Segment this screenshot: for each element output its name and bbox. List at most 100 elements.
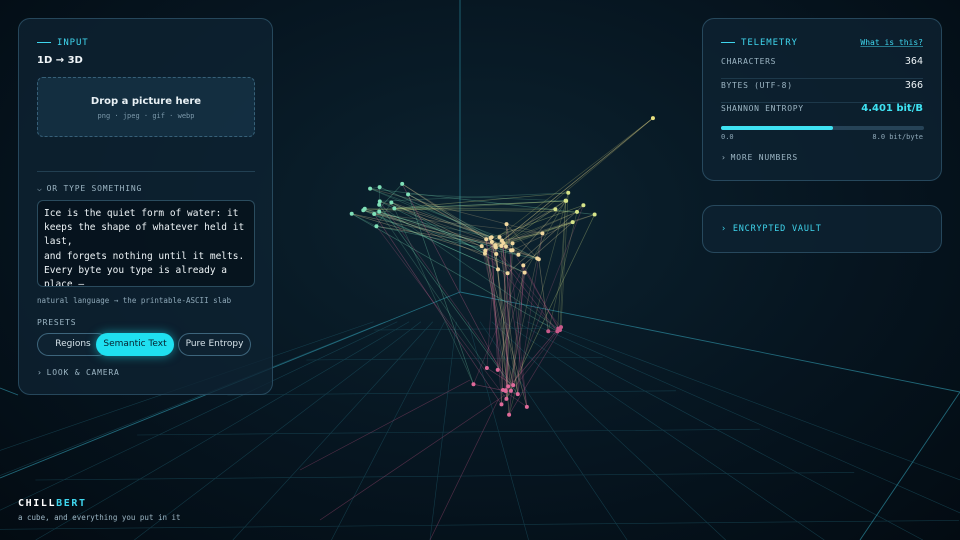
cloud-point	[489, 235, 494, 240]
cloud-point	[500, 388, 505, 393]
presets-label: PRESETS	[37, 318, 77, 327]
encrypted-vault-panel[interactable]: › ENCRYPTED VAULT	[702, 205, 942, 253]
section-dash-icon	[721, 42, 735, 43]
input-panel: INPUT 1D → 3D Drop a picture here png · …	[18, 18, 273, 395]
cloud-point	[349, 211, 354, 216]
telemetry-row-characters: CHARACTERS 364	[721, 56, 923, 79]
cloud-link	[379, 200, 525, 273]
cloud-point	[505, 271, 510, 276]
what-is-this-link[interactable]: What is this?	[860, 38, 923, 47]
cloud-point	[515, 392, 520, 397]
telemetry-key: SHANNON ENTROPY	[721, 104, 804, 113]
preset-semantic-text-button[interactable]: Semantic Text	[96, 333, 174, 356]
cloud-point	[499, 243, 504, 248]
telemetry-section-label-text: TELEMETRY	[741, 38, 798, 48]
cloud-point	[555, 329, 560, 334]
telemetry-row-bytes: BYTES (UTF-8) 366	[721, 80, 923, 103]
cloud-point	[400, 181, 405, 186]
cloud-point	[509, 248, 514, 253]
cloud-point	[521, 263, 526, 268]
cloud-point	[392, 206, 397, 211]
cloud-point	[494, 251, 499, 256]
chevron-right-icon: ›	[37, 368, 43, 377]
cloud-link	[473, 383, 506, 392]
cloud-point	[377, 202, 382, 207]
cloud-point	[650, 116, 655, 121]
cloud-point	[484, 237, 489, 242]
cloud-link	[363, 209, 492, 238]
encrypted-vault-toggle[interactable]: › ENCRYPTED VAULT	[721, 224, 822, 234]
cloud-link	[429, 399, 499, 540]
cloud-point	[504, 396, 509, 401]
cloud-point	[471, 382, 476, 387]
cloud-point	[507, 412, 512, 417]
divider	[37, 171, 255, 172]
cloud-point	[510, 241, 515, 246]
cloud-point	[362, 206, 367, 211]
cloud-link	[401, 183, 512, 391]
entropy-bar	[721, 126, 924, 130]
cloud-point	[406, 192, 411, 197]
chevron-right-icon: ›	[721, 153, 727, 162]
chevron-right-icon: ›	[721, 224, 727, 234]
cloud-point	[368, 186, 373, 191]
cloud-point	[553, 207, 558, 212]
text-input-hint: natural language → the printable-ASCII s…	[37, 296, 232, 305]
cloud-point	[504, 222, 509, 227]
type-something-label: OR TYPE SOMETHING	[46, 184, 143, 193]
cloud-point	[563, 198, 568, 203]
telemetry-section-label: TELEMETRY	[721, 38, 798, 48]
look-camera-label: LOOK & CAMERA	[46, 368, 120, 377]
cloud-link	[319, 394, 506, 521]
cloud-point	[581, 203, 586, 208]
cloud-link	[484, 253, 509, 387]
image-dropzone[interactable]: Drop a picture here png · jpeg · gif · w…	[37, 77, 255, 137]
input-mode-title: 1D → 3D	[37, 55, 83, 66]
dropzone-formats: png · jpeg · gif · webp	[97, 112, 195, 120]
cloud-point	[482, 251, 487, 256]
cloud-point	[499, 238, 504, 243]
brand-name-a: CHILL	[18, 498, 57, 509]
cloud-point	[566, 190, 571, 195]
cloud-point	[372, 211, 377, 216]
more-numbers-label: MORE NUMBERS	[730, 153, 799, 162]
cloud-point	[489, 239, 494, 244]
cloud-point	[592, 212, 597, 217]
look-camera-toggle[interactable]: › LOOK & CAMERA	[37, 368, 120, 377]
cloud-link	[547, 211, 578, 332]
text-input[interactable]: Ice is the quiet form of water: it keeps…	[37, 200, 255, 287]
cloud-point	[497, 235, 502, 240]
grid-line	[35, 472, 855, 481]
cloud-point	[484, 365, 489, 370]
cloud-point	[377, 209, 382, 214]
cloud-point	[499, 402, 504, 407]
preset-pure-entropy-button[interactable]: Pure Entropy	[178, 333, 251, 356]
cloud-link	[506, 214, 595, 399]
cloud-point	[377, 185, 382, 190]
telemetry-row-entropy: SHANNON ENTROPY 4.401 bit/B	[721, 103, 923, 125]
cloud-point	[496, 267, 501, 272]
telemetry-value: 364	[904, 56, 923, 67]
input-section-label-text: INPUT	[57, 38, 89, 48]
input-section-label: INPUT	[37, 38, 89, 48]
cloud-point	[524, 404, 529, 409]
entropy-scale-max: 8.0 bit/byte	[872, 133, 923, 141]
grid-line	[331, 321, 445, 540]
telemetry-key: BYTES (UTF-8)	[721, 81, 793, 90]
entropy-bar-fill	[721, 126, 833, 130]
cloud-link	[495, 117, 654, 247]
cloud-point	[536, 257, 541, 262]
cloud-point	[540, 231, 545, 236]
cloud-point	[493, 244, 498, 249]
type-something-toggle[interactable]: ⌵ OR TYPE SOMETHING	[37, 184, 142, 193]
cloud-point	[506, 384, 511, 389]
encrypted-vault-label: ENCRYPTED VAULT	[732, 224, 822, 234]
cloud-link	[485, 200, 566, 251]
section-dash-icon	[37, 42, 51, 43]
more-numbers-toggle[interactable]: › MORE NUMBERS	[721, 153, 798, 162]
chevron-down-icon: ⌵	[37, 184, 43, 193]
entropy-scale-min: 0.0	[721, 133, 734, 141]
telemetry-value: 366	[904, 80, 923, 91]
cloud-point	[503, 244, 508, 249]
cloud-point	[374, 224, 379, 229]
